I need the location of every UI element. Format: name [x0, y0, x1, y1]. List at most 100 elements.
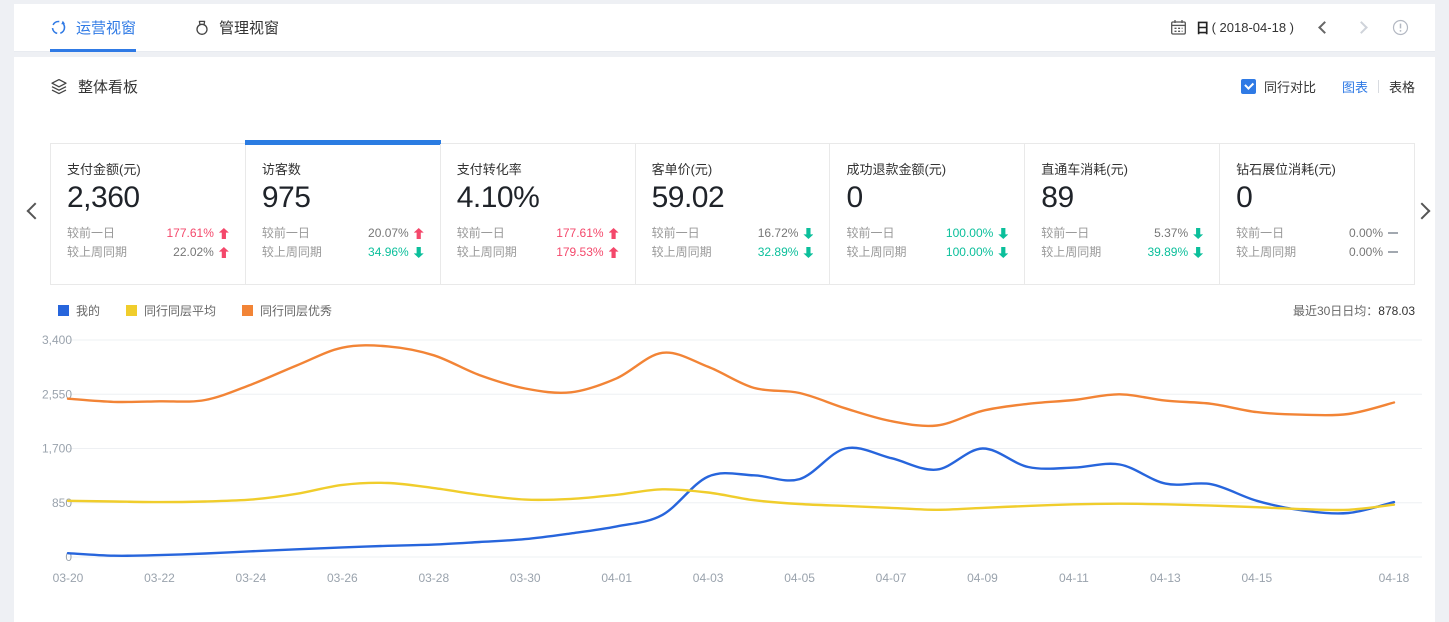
flat-dash-icon	[1388, 232, 1398, 234]
x-axis-label: 04-11	[1059, 571, 1089, 585]
legend-item-peer-best[interactable]: 同行同层优秀	[242, 302, 332, 319]
table-view-link[interactable]: 表格	[1389, 77, 1415, 96]
comparison-value: 39.89%	[1147, 243, 1188, 262]
metric-card[interactable]: 支付金额(元)2,360较前一日177.61%较上周同期22.02%	[51, 144, 245, 284]
next-date-button[interactable]	[1355, 21, 1368, 34]
chart-header: 我的同行同层平均同行同层优秀 最近30日日均：878.03	[58, 301, 1415, 319]
comparison-label: 较前一日	[1041, 224, 1089, 243]
date-range[interactable]: ( 2018-04-18 )	[1212, 20, 1294, 35]
metric-card[interactable]: 钻石展位消耗(元)0 较前一日 0.00%较上周同期 0.00%	[1219, 144, 1414, 284]
y-axis-label: 850	[52, 496, 72, 510]
prev-date-button[interactable]	[1318, 21, 1331, 34]
tab-label: 管理视窗	[219, 17, 279, 38]
metric-value: 4.10%	[457, 179, 619, 217]
comparison-row: 较上周同期 100.00%	[846, 243, 1008, 262]
series-line-peer-average[interactable]	[68, 483, 1394, 510]
board-header: 整体看板 同行对比 图表 表格	[14, 57, 1435, 115]
avg-30d-label: 最近30日日均：	[1293, 304, 1378, 318]
x-axis-label: 03-22	[144, 571, 175, 585]
comparison-value: 100.00%	[946, 243, 993, 262]
y-axis-label: 1,700	[42, 442, 72, 456]
metric-card[interactable]: 客单价(元)59.02较前一日16.72%较上周同期32.89%	[635, 144, 830, 284]
comparison-label: 较前一日	[846, 224, 894, 243]
metric-label: 访客数	[262, 159, 424, 178]
chart-view-link[interactable]: 图表	[1342, 77, 1368, 96]
x-axis-label: 03-20	[53, 571, 84, 585]
comparison-row: 较上周同期179.53%	[457, 243, 619, 262]
comparison-label: 较上周同期	[652, 243, 712, 262]
metric-label: 钻石展位消耗(元)	[1236, 159, 1398, 178]
metric-value: 2,360	[67, 179, 229, 217]
comparison-row: 较前一日 0.00%	[1236, 224, 1398, 243]
comparison-label: 较上周同期	[262, 243, 322, 262]
metric-cards-area: 支付金额(元)2,360较前一日177.61%较上周同期22.02%访客数975…	[50, 143, 1415, 285]
comparison-row: 较前一日20.07%	[262, 224, 424, 243]
comparison-label: 较上周同期	[846, 243, 906, 262]
metric-value: 0	[1236, 179, 1398, 217]
comparison-label: 较前一日	[1236, 224, 1284, 243]
view-separator	[1378, 80, 1379, 93]
metric-comparisons: 较前一日 5.37%较上周同期39.89%	[1041, 224, 1203, 262]
sync-icon	[50, 19, 67, 36]
flat-dash-icon	[1388, 251, 1398, 253]
metric-card[interactable]: 直通车消耗(元)89 较前一日 5.37%较上周同期39.89%	[1024, 144, 1219, 284]
down-arrow-icon	[998, 228, 1008, 239]
x-axis-label: 03-24	[236, 571, 267, 585]
tab-management-view[interactable]: 管理视窗	[194, 4, 279, 51]
x-axis-label: 04-18	[1379, 571, 1410, 585]
comparison-value: 22.02%	[173, 243, 214, 262]
x-axis-label: 04-15	[1241, 571, 1272, 585]
down-arrow-icon	[1193, 247, 1203, 258]
date-granularity[interactable]: 日	[1196, 18, 1210, 38]
metric-value: 0	[846, 179, 1008, 217]
metric-value: 89	[1041, 179, 1203, 217]
comparison-row: 较上周同期39.89%	[1041, 243, 1203, 262]
metric-label: 客单价(元)	[652, 159, 814, 178]
metric-card[interactable]: 成功退款金额(元)0较前一日100.00%较上周同期100.00%	[829, 144, 1024, 284]
calendar-icon[interactable]	[1170, 19, 1187, 36]
comparison-value: 5.37%	[1154, 224, 1188, 243]
legend-label: 我的	[76, 302, 100, 319]
info-icon[interactable]	[1392, 19, 1409, 36]
peer-compare-checkbox[interactable]	[1241, 79, 1256, 94]
series-line-mine[interactable]	[68, 448, 1394, 556]
down-arrow-icon	[803, 228, 813, 239]
down-arrow-icon	[414, 247, 424, 258]
up-arrow-icon	[219, 247, 229, 258]
comparison-value: 32.89%	[758, 243, 799, 262]
metric-label: 直通车消耗(元)	[1041, 159, 1203, 178]
metric-comparisons: 较前一日 0.00%较上周同期 0.00%	[1236, 224, 1398, 262]
legend-swatch	[242, 305, 253, 316]
tab-label: 运营视窗	[76, 17, 136, 38]
metric-card[interactable]: 支付转化率4.10%较前一日177.61%较上周同期179.53%	[440, 144, 635, 284]
comparison-value: 0.00%	[1349, 224, 1383, 243]
board-title: 整体看板	[78, 76, 138, 97]
trend-line-chart[interactable]: 08501,7002,5503,40003-2003-2203-2403-260…	[14, 330, 1435, 592]
y-axis-label: 3,400	[42, 333, 72, 347]
comparison-label: 较前一日	[652, 224, 700, 243]
x-axis-label: 04-03	[693, 571, 724, 585]
comparison-label: 较上周同期	[1236, 243, 1296, 262]
legend-label: 同行同层平均	[144, 302, 216, 319]
metric-comparisons: 较前一日177.61%较上周同期22.02%	[67, 224, 229, 262]
down-arrow-icon	[998, 247, 1008, 258]
cards-scroll-left-chevron[interactable]	[27, 203, 44, 220]
comparison-row: 较前一日 100.00%	[846, 224, 1008, 243]
x-axis-label: 04-09	[967, 571, 998, 585]
legend-item-mine[interactable]: 我的	[58, 302, 100, 319]
x-axis-label: 04-01	[601, 571, 632, 585]
metric-card[interactable]: 访客数975较前一日20.07%较上周同期34.96%	[245, 144, 440, 284]
comparison-row: 较上周同期 32.89%	[652, 243, 814, 262]
comparison-label: 较前一日	[457, 224, 505, 243]
legend-item-peer-average[interactable]: 同行同层平均	[126, 302, 216, 319]
series-line-peer-best[interactable]	[68, 345, 1394, 426]
cards-scroll-right-chevron[interactable]	[1414, 203, 1431, 220]
date-picker-area: 日 ( 2018-04-18 )	[1170, 18, 1435, 38]
metric-comparisons: 较前一日177.61%较上周同期179.53%	[457, 224, 619, 262]
peer-compare-label[interactable]: 同行对比	[1264, 77, 1316, 96]
tab-operations-view[interactable]: 运营视窗	[50, 4, 136, 51]
comparison-value: 100.00%	[946, 224, 993, 243]
down-arrow-icon	[803, 247, 813, 258]
metric-value: 975	[262, 179, 424, 217]
legend-label: 同行同层优秀	[260, 302, 332, 319]
